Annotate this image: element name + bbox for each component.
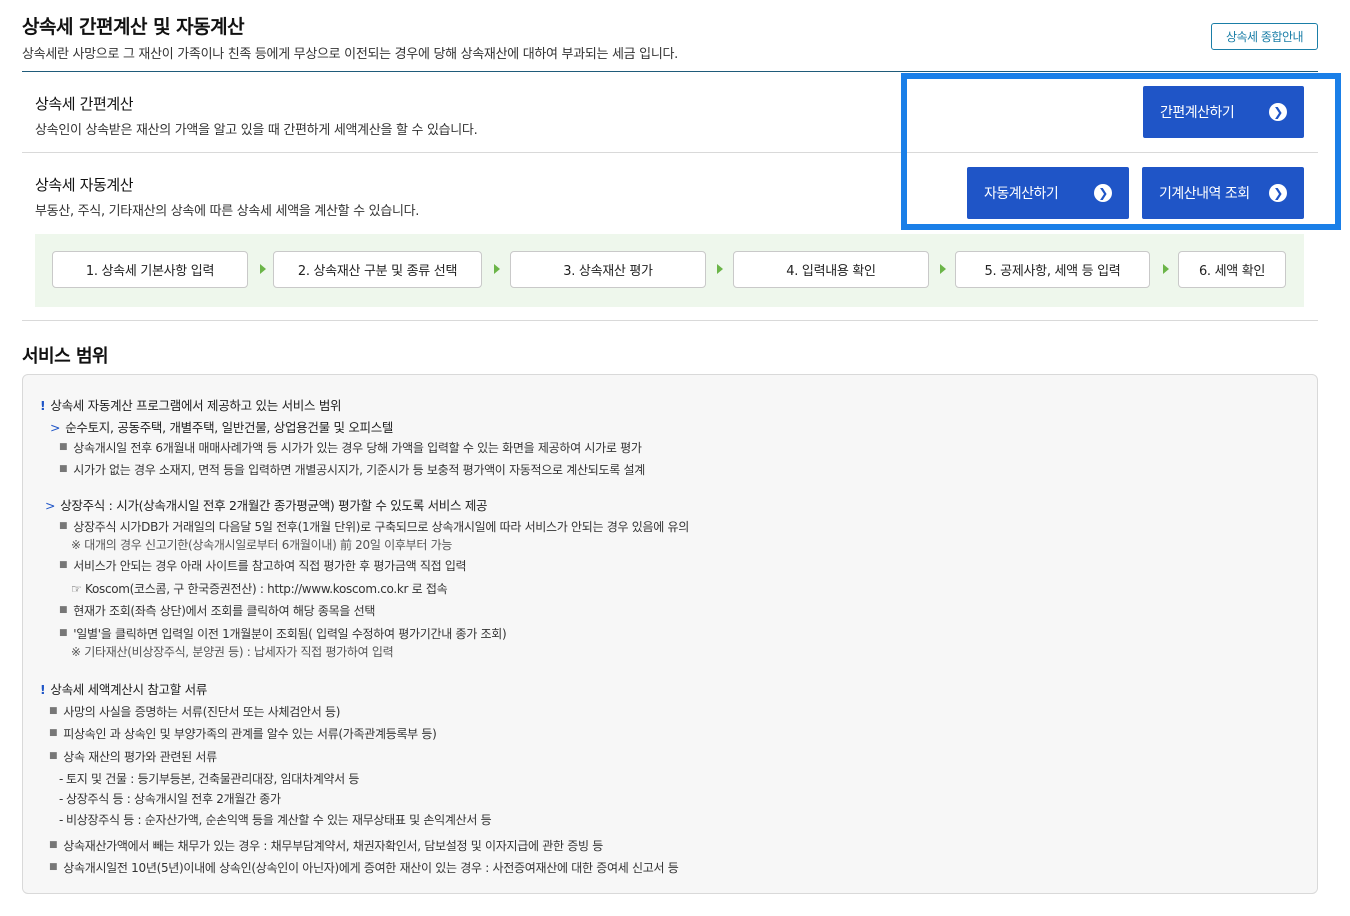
scope-item: ■ 서비스가 안되는 경우 아래 사이트를 참고하여 직접 평가한 후 평가금액 …	[59, 559, 467, 573]
page-title: 상속세 간편계산 및 자동계산	[22, 16, 245, 38]
step-arrow-icon	[494, 264, 500, 274]
auto-calc-title: 상속세 자동계산	[35, 176, 134, 194]
step-arrow-icon	[1163, 264, 1169, 274]
scope-title: 서비스 범위	[22, 346, 109, 367]
doc-item: ■ 사망의 사실을 증명하는 서류(진단서 또는 사체검안서 등)	[49, 705, 341, 719]
scope-heading: ! 상속세 세액계산시 참고할 서류	[40, 682, 208, 697]
bullet-icon: ■	[49, 751, 58, 761]
simple-calc-description: 상속인이 상속받은 재산의 가액을 알고 있을 때 간편하게 세액계산을 할 수…	[35, 123, 478, 138]
doc-subitem: - 토지 및 건물 : 등기부등본, 건축물관리대장, 임대차계약서 등	[59, 772, 360, 786]
scope-item: ■ 시가가 없는 경우 소재지, 면적 등을 입력하면 개별공시지가, 기준시가 …	[59, 463, 645, 477]
chevron-right-icon: ❯	[1269, 103, 1287, 121]
simple-calc-title: 상속세 간편계산	[35, 95, 134, 113]
doc-item: ■ 상속 재산의 평가와 관련된 서류	[49, 750, 217, 764]
auto-calc-button-label: 자동계산하기	[984, 186, 1059, 202]
bullet-icon: ■	[59, 628, 68, 638]
scope-item: ■ '일별'을 클릭하면 입력일 이전 1개월분이 조회됨( 입력일 수정하여 평…	[59, 627, 507, 641]
bullet-icon: ■	[59, 560, 68, 570]
auto-calc-description: 부동산, 주식, 기타재산의 상속에 따른 상속세 세액을 계산할 수 있습니다…	[35, 204, 420, 219]
exclamation-icon: !	[40, 682, 46, 697]
step-6: 6. 세액 확인	[1178, 251, 1286, 288]
chevron-right-icon: ❯	[1269, 184, 1287, 202]
calc-history-button[interactable]: 기계산내역 조회 ❯	[1142, 167, 1304, 219]
bullet-icon: ■	[59, 605, 68, 615]
doc-item: ■ 피상속인 과 상속인 및 부양가족의 관계를 알수 있는 서류(가족관계등록부…	[49, 727, 437, 741]
step-arrow-icon	[260, 264, 266, 274]
step-5: 5. 공제사항, 세액 등 입력	[955, 251, 1150, 288]
simple-calc-section: 상속세 간편계산 상속인이 상속받은 재산의 가액을 알고 있을 때 간편하게 …	[22, 72, 1318, 153]
scope-note: ※ 기타재산(비상장주식, 분양권 등) : 납세자가 직접 평가하여 입력	[71, 645, 394, 659]
step-1: 1. 상속세 기본사항 입력	[52, 251, 248, 288]
koscom-link[interactable]: ☞ Koscom(코스콤, 구 한국증권전산) : http://www.kos…	[71, 580, 448, 597]
bullet-icon: ■	[49, 840, 58, 850]
scope-subheading: > 순수토지, 공동주택, 개별주택, 일반건물, 상업용건물 및 오피스텔	[50, 420, 394, 435]
doc-subitem: - 상장주식 등 : 상속개시일 전후 2개월간 종가	[59, 792, 281, 806]
step-arrow-icon	[717, 264, 723, 274]
calc-history-button-label: 기계산내역 조회	[1159, 186, 1250, 202]
simple-calc-button[interactable]: 간편계산하기 ❯	[1143, 86, 1304, 138]
bullet-icon: ■	[59, 464, 68, 474]
scope-item: ■ 현재가 조회(좌측 상단)에서 조회를 클릭하여 해당 종목을 선택	[59, 604, 376, 618]
bullet-icon: ■	[59, 442, 68, 452]
doc-item: ■ 상속개시일전 10년(5년)이내에 상속인(상속인이 아닌자)에게 증여한 재…	[49, 861, 679, 875]
bullet-icon: ■	[49, 706, 58, 716]
doc-subitem: - 비상장주식 등 : 순자산가액, 순손익액 등을 계산할 수 있는 재무상태표…	[59, 813, 492, 827]
scope-note: ※ 대개의 경우 신고기한(상속개시일로부터 6개월이내) 前 20일 이후부터…	[71, 538, 453, 552]
step-3: 3. 상속재산 평가	[510, 251, 706, 288]
scope-box: ! 상속세 자동계산 프로그램에서 제공하고 있는 서비스 범위 > 순수토지, 공…	[22, 374, 1318, 894]
step-4: 4. 입력내용 확인	[733, 251, 929, 288]
scope-heading: ! 상속세 자동계산 프로그램에서 제공하고 있는 서비스 범위	[40, 398, 342, 413]
bullet-icon: ■	[49, 862, 58, 872]
scope-item: ■ 상장주식 시가DB가 거래일의 다음달 5일 전후(1개월 단위)로 구축되므…	[59, 520, 689, 534]
doc-item: ■ 상속재산가액에서 빼는 채무가 있는 경우 : 채무부담계약서, 채권자확인서…	[49, 839, 603, 853]
step-arrow-icon	[940, 264, 946, 274]
step-2: 2. 상속재산 구분 및 종류 선택	[273, 251, 482, 288]
section-divider	[22, 320, 1318, 321]
scope-item: ■ 상속개시일 전후 6개월내 매매사례가액 등 시가가 있는 경우 당해 가액을…	[59, 441, 642, 455]
process-steps: 1. 상속세 기본사항 입력 2. 상속재산 구분 및 종류 선택 3. 상속재…	[35, 234, 1304, 307]
simple-calc-button-label: 간편계산하기	[1160, 105, 1235, 121]
inheritance-tax-guide-button[interactable]: 상속세 종합안내	[1211, 23, 1318, 50]
chevron-right-icon: >	[45, 498, 56, 513]
exclamation-icon: !	[40, 398, 46, 413]
bullet-icon: ■	[49, 728, 58, 738]
chevron-right-icon: >	[50, 420, 61, 435]
auto-calc-button[interactable]: 자동계산하기 ❯	[967, 167, 1129, 219]
bullet-icon: ■	[59, 521, 68, 531]
chevron-right-icon: ❯	[1094, 184, 1112, 202]
scope-subheading: > 상장주식 : 시가(상속개시일 전후 2개월간 종가평균액) 평가할 수 있도…	[45, 498, 488, 513]
page-description: 상속세란 사망으로 그 재산이 가족이나 친족 등에게 무상으로 이전되는 경우…	[22, 47, 678, 62]
